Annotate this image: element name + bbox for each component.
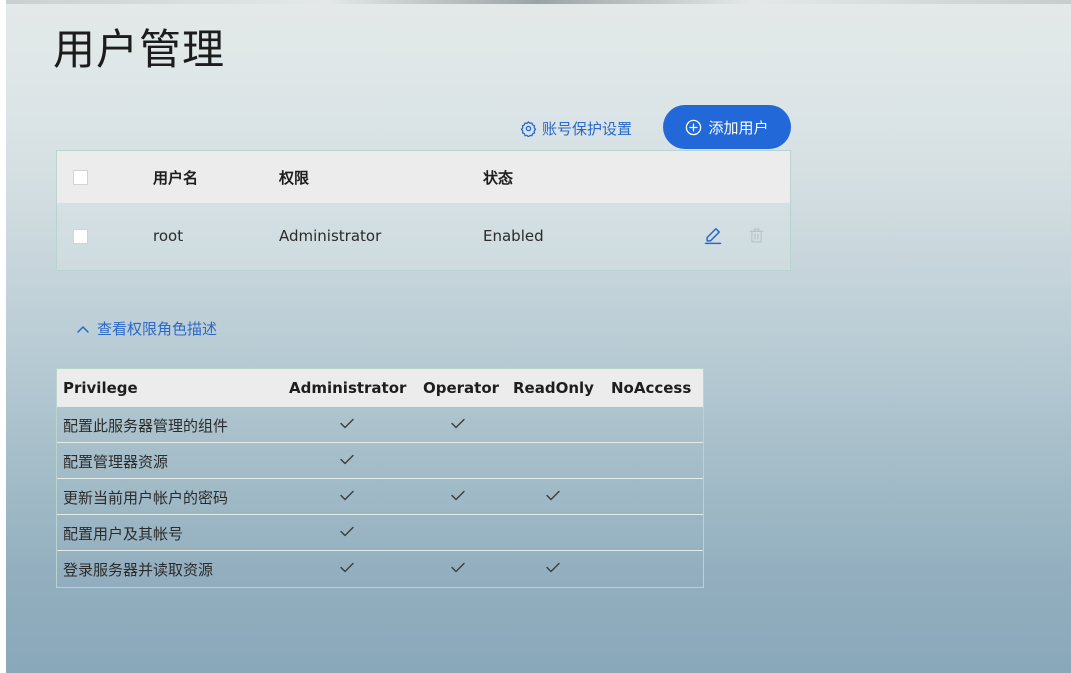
- checkmark-icon: [451, 490, 465, 501]
- table-row: 配置用户及其帐号: [57, 514, 703, 550]
- column-header-username: 用户名: [153, 169, 199, 187]
- checkmark-icon: [340, 454, 354, 465]
- page-title: 用户管理: [53, 25, 226, 74]
- gear-icon: [520, 120, 537, 137]
- privilege-name-cell: 更新当前用户帐户的密码: [63, 489, 229, 507]
- plus-circle-icon: [686, 119, 702, 135]
- role-description-toggle[interactable]: 查看权限角色描述: [77, 318, 217, 339]
- checkmark-icon: [340, 490, 354, 501]
- role-description-label: 查看权限角色描述: [97, 320, 218, 338]
- table-row: 配置管理器资源: [57, 442, 703, 478]
- checkmark-icon: [340, 526, 354, 537]
- checkmark-icon: [451, 562, 465, 573]
- column-header-readonly: ReadOnly: [513, 379, 594, 397]
- column-header-operator: Operator: [423, 379, 500, 397]
- column-header-status: 状态: [483, 169, 514, 187]
- column-header-administrator: Administrator: [289, 379, 407, 397]
- account-protection-settings-link[interactable]: 账号保护设置: [520, 117, 632, 139]
- add-user-label: 添加用户: [708, 118, 769, 137]
- table-row: 配置此服务器管理的组件: [57, 406, 703, 442]
- table-row: 登录服务器并读取资源: [57, 550, 703, 586]
- checkmark-icon: [546, 562, 560, 573]
- table-row: 更新当前用户帐户的密码: [57, 478, 703, 514]
- privilege-name-cell: 配置用户及其帐号: [63, 525, 184, 543]
- add-user-button[interactable]: 添加用户: [663, 105, 791, 149]
- chevron-up-icon: [77, 325, 89, 333]
- top-edge: [6, 0, 1071, 4]
- page-background: 用户管理 账号保护设置 添加用户 用户名 权限 状态 root Administ…: [6, 0, 1071, 673]
- username-cell: root: [153, 227, 184, 245]
- pencil-icon[interactable]: [703, 225, 723, 245]
- checkmark-icon: [340, 562, 354, 573]
- checkmark-icon: [546, 490, 560, 501]
- status-cell: Enabled: [483, 227, 544, 245]
- table-row: root Administrator Enabled: [57, 203, 790, 270]
- checkmark-icon: [451, 418, 465, 429]
- privilege-name-cell: 配置管理器资源: [63, 453, 169, 471]
- account-protection-settings-label: 账号保护设置: [542, 119, 633, 138]
- privilege-name-cell: 配置此服务器管理的组件: [63, 417, 229, 435]
- trash-icon[interactable]: [748, 226, 765, 245]
- select-all-checkbox[interactable]: [73, 170, 88, 185]
- users-table: 用户名 权限 状态 root Administrator Enabled: [56, 150, 791, 271]
- column-header-privilege-name: Privilege: [63, 379, 138, 397]
- privilege-cell: Administrator: [279, 227, 382, 245]
- privilege-table: Privilege Administrator Operator ReadOnl…: [56, 368, 704, 588]
- checkmark-icon: [340, 418, 354, 429]
- users-table-header: 用户名 权限 状态: [57, 151, 790, 203]
- column-header-noaccess: NoAccess: [611, 379, 692, 397]
- privilege-name-cell: 登录服务器并读取资源: [63, 561, 214, 579]
- privilege-table-header: Privilege Administrator Operator ReadOnl…: [57, 369, 703, 406]
- row-checkbox[interactable]: [73, 229, 88, 244]
- column-header-privilege: 权限: [279, 169, 310, 187]
